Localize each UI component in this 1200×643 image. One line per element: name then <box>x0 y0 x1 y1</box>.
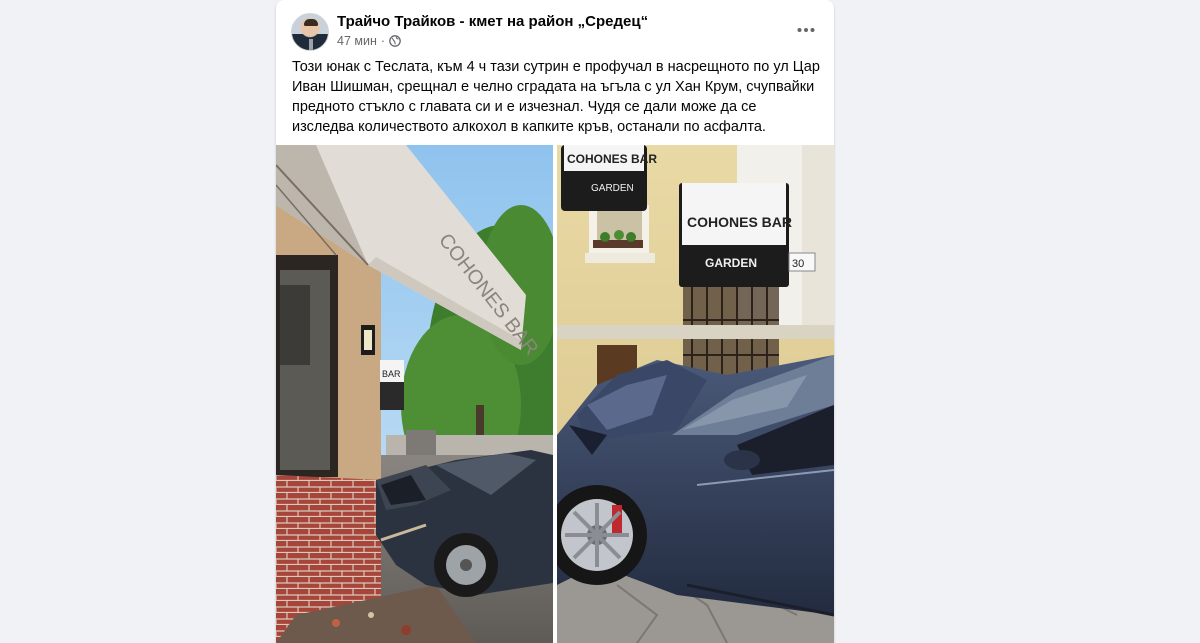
globe-icon[interactable] <box>389 35 401 47</box>
avatar-tie <box>309 39 313 50</box>
avatar-hair <box>304 19 318 26</box>
more-options-button[interactable] <box>792 16 820 44</box>
avatar[interactable] <box>291 13 329 51</box>
post-card: Трайчо Трайков - кмет на район „Средец“ … <box>276 0 834 643</box>
main-sign-line1: COHONES BAR <box>687 214 792 230</box>
more-options-icon <box>797 27 815 33</box>
top-sign-line2: GARDEN <box>591 183 634 194</box>
post-header: Трайчо Трайков - кмет на район „Средец“ … <box>276 0 834 60</box>
house-number: 30 <box>792 258 804 270</box>
photo-left[interactable]: COHONES BAR BAR <box>276 145 553 643</box>
post-message: Този юнак с Теслата, към 4 ч тази сутрин… <box>292 59 820 135</box>
top-sign-line1: COHONES BAR <box>567 152 657 166</box>
photo-right[interactable]: COHONES BAR GARDEN COHONES BAR GARDEN 30 <box>557 145 834 643</box>
post-time[interactable]: 47 мин <box>337 34 377 48</box>
photo-grid: COHONES BAR BAR COHONES BAR GARDEN COHON… <box>276 145 834 643</box>
main-sign-line2: GARDEN <box>705 256 757 270</box>
author-name[interactable]: Трайчо Трайков - кмет на район „Средец“ <box>337 13 648 30</box>
left-bar-sign: BAR <box>382 369 401 379</box>
meta-separator: · <box>380 34 386 48</box>
post-meta: 47 мин · <box>337 34 401 48</box>
